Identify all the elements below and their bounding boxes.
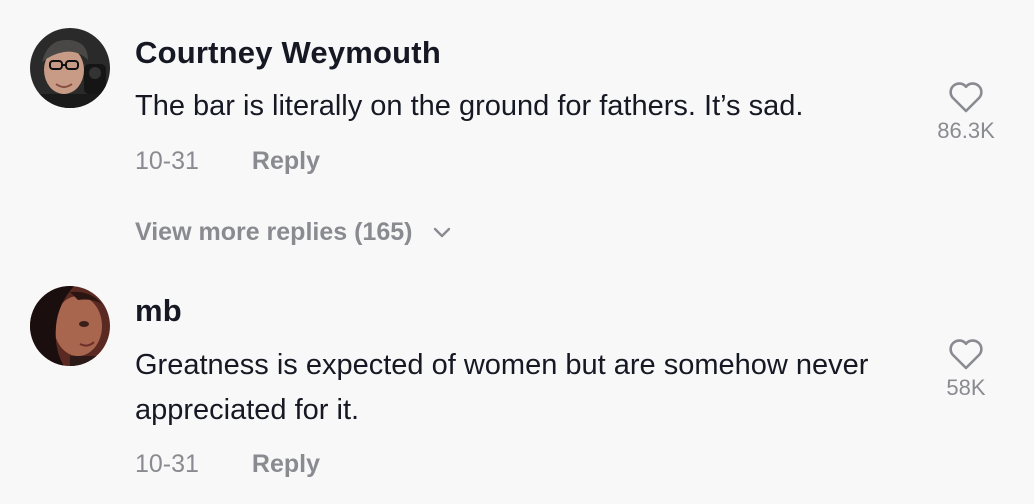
heart-outline-icon[interactable] [947, 80, 985, 114]
comment-date: 10-31 [135, 450, 199, 478]
comment-text: Greatness is expected of women but are s… [135, 349, 869, 426]
like-button[interactable]: 58K [921, 337, 1011, 401]
comment-date: 10-31 [135, 147, 199, 175]
view-more-replies-label: View more replies (165) [135, 218, 413, 246]
view-more-replies-button[interactable]: View more replies (165) [135, 218, 451, 247]
reply-button[interactable]: Reply [252, 450, 320, 479]
reply-button[interactable]: Reply [252, 147, 320, 176]
comment-username[interactable]: Courtney Weymouth [135, 35, 441, 71]
heart-outline-icon[interactable] [947, 337, 985, 371]
like-button[interactable]: 86.3K [921, 80, 1011, 144]
like-count: 86.3K [937, 118, 995, 143]
comments-panel: Courtney Weymouth The bar is literally o… [0, 0, 1034, 504]
avatar[interactable] [30, 28, 110, 108]
chevron-down-icon [434, 228, 451, 238]
like-count: 58K [946, 375, 986, 400]
avatar[interactable] [30, 286, 110, 366]
comment-meta: 10-31 Reply [135, 450, 320, 479]
comment-meta: 10-31 Reply [135, 147, 320, 176]
comment-username[interactable]: mb [135, 293, 182, 329]
comment-text: The bar is literally on the ground for f… [135, 90, 804, 122]
